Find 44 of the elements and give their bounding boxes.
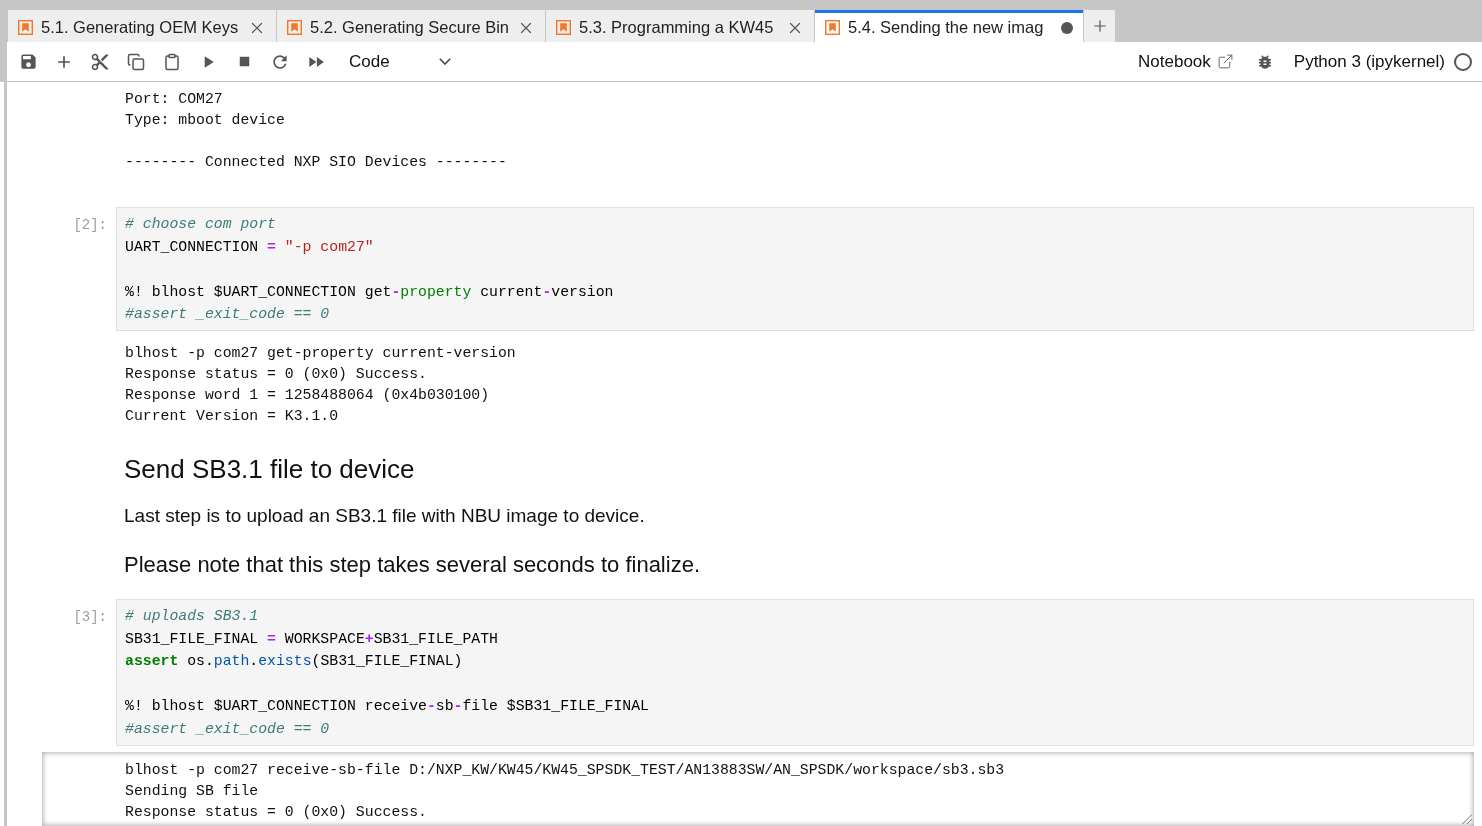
copy-icon[interactable]	[127, 52, 145, 71]
code-line: # choose com port	[125, 215, 276, 234]
notebook-link[interactable]: Notebook	[1138, 51, 1234, 72]
paragraph: Last step is to upload an SB3.1 file with NBU image to device.	[124, 503, 645, 528]
output-line: Response status = 0 (0x0) Success.	[125, 802, 427, 822]
bookmark-icon	[825, 20, 840, 35]
kernel-name[interactable]: Python 3 (ipykernel)	[1293, 51, 1445, 72]
code-line: #assert _exit_code == 0	[125, 719, 330, 739]
notebook-tab[interactable]: 5.4. Sending the new imag	[815, 10, 1083, 42]
notebook-tab[interactable]: 5.3. Programming a KW45	[546, 10, 814, 42]
code-line: assert os.path.exists(SB31_FILE_FINAL)	[125, 652, 463, 672]
caret-icon	[439, 58, 451, 65]
save-icon[interactable]	[18, 52, 38, 71]
scissors-icon[interactable]	[90, 51, 110, 72]
cell-type-dropdown[interactable]: Code	[349, 46, 455, 77]
execution-prompt: [3]:	[72, 607, 108, 627]
code-line: SB31_FILE_FINAL = WORKSPACE+SB31_FILE_PATH	[125, 629, 498, 649]
bookmark-icon	[18, 20, 33, 35]
code-line: %! blhost $UART_CONNECTION get-property current-version	[125, 282, 614, 302]
output-line: Sending SB file	[125, 781, 259, 801]
paragraph: Please note that this step takes several seconds to finalize.	[124, 550, 700, 579]
section-heading: Send SB3.1 file to device	[124, 452, 415, 485]
external-link-icon	[1216, 53, 1234, 70]
output-line: Port: COM27	[125, 90, 223, 109]
bookmark-icon	[556, 20, 571, 35]
code-line: %! blhost $UART_CONNECTION receive-sb-file $SB31_FILE_FINAL	[125, 697, 649, 717]
output-line: -------- Connected NXP SIO Devices --------	[125, 153, 507, 172]
clipboard-icon[interactable]	[163, 52, 181, 71]
execution-prompt: [2]:	[72, 216, 108, 235]
resize-handle-icon[interactable]	[1462, 813, 1472, 824]
code-line: # uploads SB3.1	[125, 606, 259, 626]
output-line: blhost -p com27 receive-sb-file D:/NXP_KW/KW45/KW45_SPSDK_TEST/AN13883SW/AN_SPSDK/workspace/sb3.sb3	[125, 760, 1005, 780]
code-editor[interactable]: # choose com port UART_CONNECTION = "-p com27" %! blhost $UART_CONNECTION get-property current-version #assert _exit_code == 0	[116, 207, 1474, 331]
output-line: blhost -p com27 get-property current-version	[125, 343, 516, 363]
output-line: Response word 1 = 1258488064 (0x4b030100)	[125, 385, 490, 405]
output-line: Current Version = K3.1.0	[125, 406, 339, 426]
code-line: UART_CONNECTION = "-p com27"	[125, 237, 374, 257]
output-line: Type: mboot device	[125, 111, 285, 130]
bookmark-icon	[287, 20, 302, 35]
code-line: #assert _exit_code == 0	[125, 305, 330, 325]
output-line: Response status = 0 (0x0) Success.	[125, 364, 427, 384]
code-editor[interactable]: # uploads SB3.1 SB31_FILE_FINAL = WORKSPACE+SB31_FILE_PATH assert os.path.exists(SB31_FILE_FINAL) %! blhost $UART_CONNECTION receive-sb-file $SB31_FILE_FINAL #assert _exit_code == 0	[116, 598, 1474, 746]
notebook-tab[interactable]: 5.1. Generating OEM Keys	[8, 10, 276, 42]
notebook-tab[interactable]: 5.2. Generating Secure Bin	[277, 10, 545, 42]
